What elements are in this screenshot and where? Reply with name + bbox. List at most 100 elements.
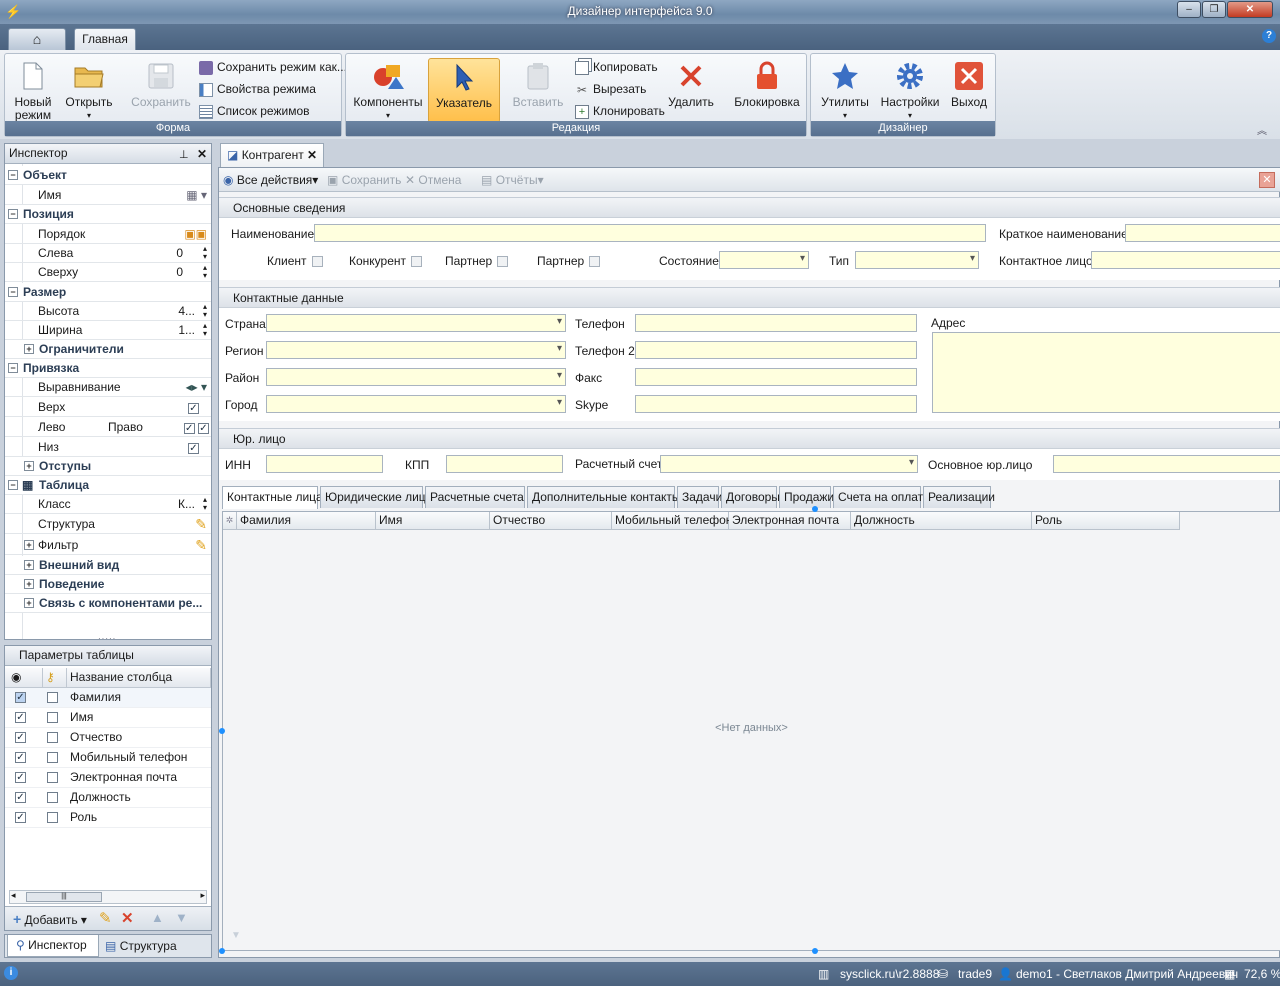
prop-structure[interactable]: Структура ✎ <box>5 515 211 534</box>
detail-tab[interactable]: Контактные лица <box>222 486 323 509</box>
anchor-top-checkbox[interactable]: ✓ <box>188 403 199 414</box>
partner-checkbox-1[interactable] <box>497 256 508 267</box>
selection-handle[interactable] <box>219 948 225 954</box>
category-position[interactable]: − Позиция <box>5 205 211 224</box>
param-row[interactable]: ✓ Отчество <box>5 728 211 748</box>
settings-button[interactable]: Настройки ▾ <box>877 58 943 122</box>
address-textarea[interactable] <box>932 332 1280 413</box>
category-table[interactable]: − ▦ Таблица <box>5 476 211 495</box>
mode-properties-button[interactable]: Свойства режима <box>199 79 316 99</box>
add-button[interactable]: + Добавить ▾ <box>13 911 87 927</box>
spinner-icon[interactable]: ▴ ▾ <box>203 496 207 512</box>
param-row[interactable]: ✓ Имя <box>5 708 211 728</box>
prop-anchor-bottom[interactable]: Низ ✓ <box>5 438 211 457</box>
app-menu-button[interactable]: ⌂ <box>8 28 66 50</box>
prop-name[interactable]: Имя ▦ ▾ <box>5 186 211 205</box>
main-legal-input[interactable] <box>1053 455 1280 473</box>
category-object[interactable]: − Объект <box>5 166 211 185</box>
category-anchor[interactable]: − Привязка <box>5 359 211 378</box>
column-header[interactable]: Мобильный телефон <box>612 512 732 530</box>
collapse-ribbon-icon[interactable]: ︽ <box>1257 122 1267 137</box>
copy-button[interactable]: Копировать <box>575 57 658 77</box>
type-combo[interactable] <box>855 251 979 269</box>
horizontal-scrollbar[interactable]: ◂ ||| ▸ <box>9 890 207 904</box>
phone-input[interactable] <box>635 314 917 332</box>
tab-counterparty[interactable]: ◪ Контрагент ✕ <box>220 143 324 167</box>
visible-checkbox[interactable]: ✓ <box>15 732 26 743</box>
form-save-button[interactable]: ▣ Сохранить <box>327 173 401 187</box>
visible-checkbox[interactable]: ✓ <box>15 752 26 763</box>
pin-icon[interactable]: ⊥ <box>179 146 189 165</box>
close-button[interactable]: ✕ <box>1227 1 1273 18</box>
selection-handle[interactable] <box>812 506 818 512</box>
prop-class[interactable]: Класс К... ▴ ▾ <box>5 495 211 514</box>
column-header[interactable]: Должность <box>851 512 1032 530</box>
paste-button[interactable]: Вставить <box>506 58 570 109</box>
param-row[interactable]: ✓ Мобильный телефон <box>5 748 211 768</box>
category-links[interactable]: + Связь с компонентами ре... <box>5 594 211 613</box>
close-panel-icon[interactable]: ✕ <box>197 145 207 164</box>
delete-button[interactable]: Удалить <box>664 58 718 109</box>
key-checkbox[interactable] <box>47 752 58 763</box>
minimize-button[interactable]: – <box>1177 1 1201 18</box>
visible-checkbox[interactable]: ✓ <box>15 712 26 723</box>
edit-icon[interactable]: ✎ <box>99 909 112 927</box>
key-checkbox[interactable] <box>47 792 58 803</box>
tab-inspector[interactable]: ⚲ Инспектор <box>7 935 99 957</box>
detail-tab[interactable]: Юридические лица <box>320 486 432 508</box>
country-combo[interactable] <box>266 314 566 332</box>
column-header[interactable]: Электронная почта <box>729 512 851 530</box>
anchor-right-checkbox[interactable]: ✓ <box>198 423 209 434</box>
visible-checkbox[interactable]: ✓ <box>15 812 26 823</box>
utilities-button[interactable]: Утилиты ▾ <box>815 58 875 122</box>
key-column-header[interactable]: ⚷ <box>43 668 67 688</box>
column-header[interactable]: Имя <box>376 512 490 530</box>
move-up-icon[interactable]: ▲ <box>151 910 164 925</box>
kpp-input[interactable] <box>446 455 563 473</box>
pointer-button[interactable]: Указатель <box>428 58 500 123</box>
all-actions-button[interactable]: ◉ Все действия▾ <box>223 173 318 187</box>
param-row[interactable]: ✓ Электронная почта <box>5 768 211 788</box>
spinner-icon[interactable]: ▴ ▾ <box>203 264 207 280</box>
name-input[interactable] <box>314 224 986 242</box>
tab-structure[interactable]: ▤ Структура <box>101 937 177 957</box>
prop-order[interactable]: Порядок ▣▣ <box>5 225 211 244</box>
phone2-input[interactable] <box>635 341 917 359</box>
prop-filter[interactable]: + Фильтр ✎ <box>5 536 211 555</box>
category-behavior[interactable]: + Поведение <box>5 575 211 594</box>
modes-list-button[interactable]: Список режимов <box>199 101 310 121</box>
prop-anchor-left-right[interactable]: Лево Право ✓ ✓ <box>5 418 211 437</box>
column-header[interactable]: Роль <box>1032 512 1180 530</box>
lock-button[interactable]: Блокировка <box>732 58 802 109</box>
save-button[interactable]: Сохранить <box>131 58 191 109</box>
help-icon[interactable]: ? <box>1262 29 1276 43</box>
category-limits[interactable]: + Ограничители <box>5 340 211 359</box>
reports-button[interactable]: ▤ Отчёты▾ <box>481 173 544 187</box>
district-combo[interactable] <box>266 368 566 386</box>
new-mode-button[interactable]: Новый режим <box>9 58 57 122</box>
detail-tab[interactable]: Задачи <box>677 486 722 508</box>
splitter-grip[interactable]: ····· <box>98 634 116 643</box>
key-checkbox[interactable] <box>47 712 58 723</box>
partner-checkbox-2[interactable] <box>589 256 600 267</box>
city-combo[interactable] <box>266 395 566 413</box>
spinner-icon[interactable]: ▴ ▾ <box>203 322 207 338</box>
components-button[interactable]: Компоненты ▾ <box>352 58 424 122</box>
form-cancel-button[interactable]: ✕ Отмена <box>405 173 461 187</box>
prop-top[interactable]: Сверху 0 ▴ ▾ <box>5 263 211 282</box>
category-paddings[interactable]: + Отступы <box>5 457 211 476</box>
pencil-icon[interactable]: ✎ <box>195 536 207 554</box>
param-row[interactable]: ✓ Должность <box>5 788 211 808</box>
move-down-icon[interactable]: ▼ <box>175 910 188 925</box>
detail-tab[interactable]: Продажи <box>779 486 834 508</box>
param-row[interactable]: ✓ Фамилия <box>5 688 211 708</box>
anchor-left-checkbox[interactable]: ✓ <box>183 423 195 434</box>
visible-checkbox[interactable]: ✓ <box>15 772 26 783</box>
save-mode-as-button[interactable]: Сохранить режим как... <box>199 57 347 77</box>
exit-button[interactable]: Выход <box>947 58 991 109</box>
anchor-bottom-checkbox[interactable]: ✓ <box>188 443 199 454</box>
detail-tab[interactable]: Счета на оплату <box>833 486 929 508</box>
delete-row-icon[interactable]: ✕ <box>121 909 134 927</box>
fax-input[interactable] <box>635 368 917 386</box>
prop-height[interactable]: Высота 4... ▴ ▾ <box>5 302 211 321</box>
